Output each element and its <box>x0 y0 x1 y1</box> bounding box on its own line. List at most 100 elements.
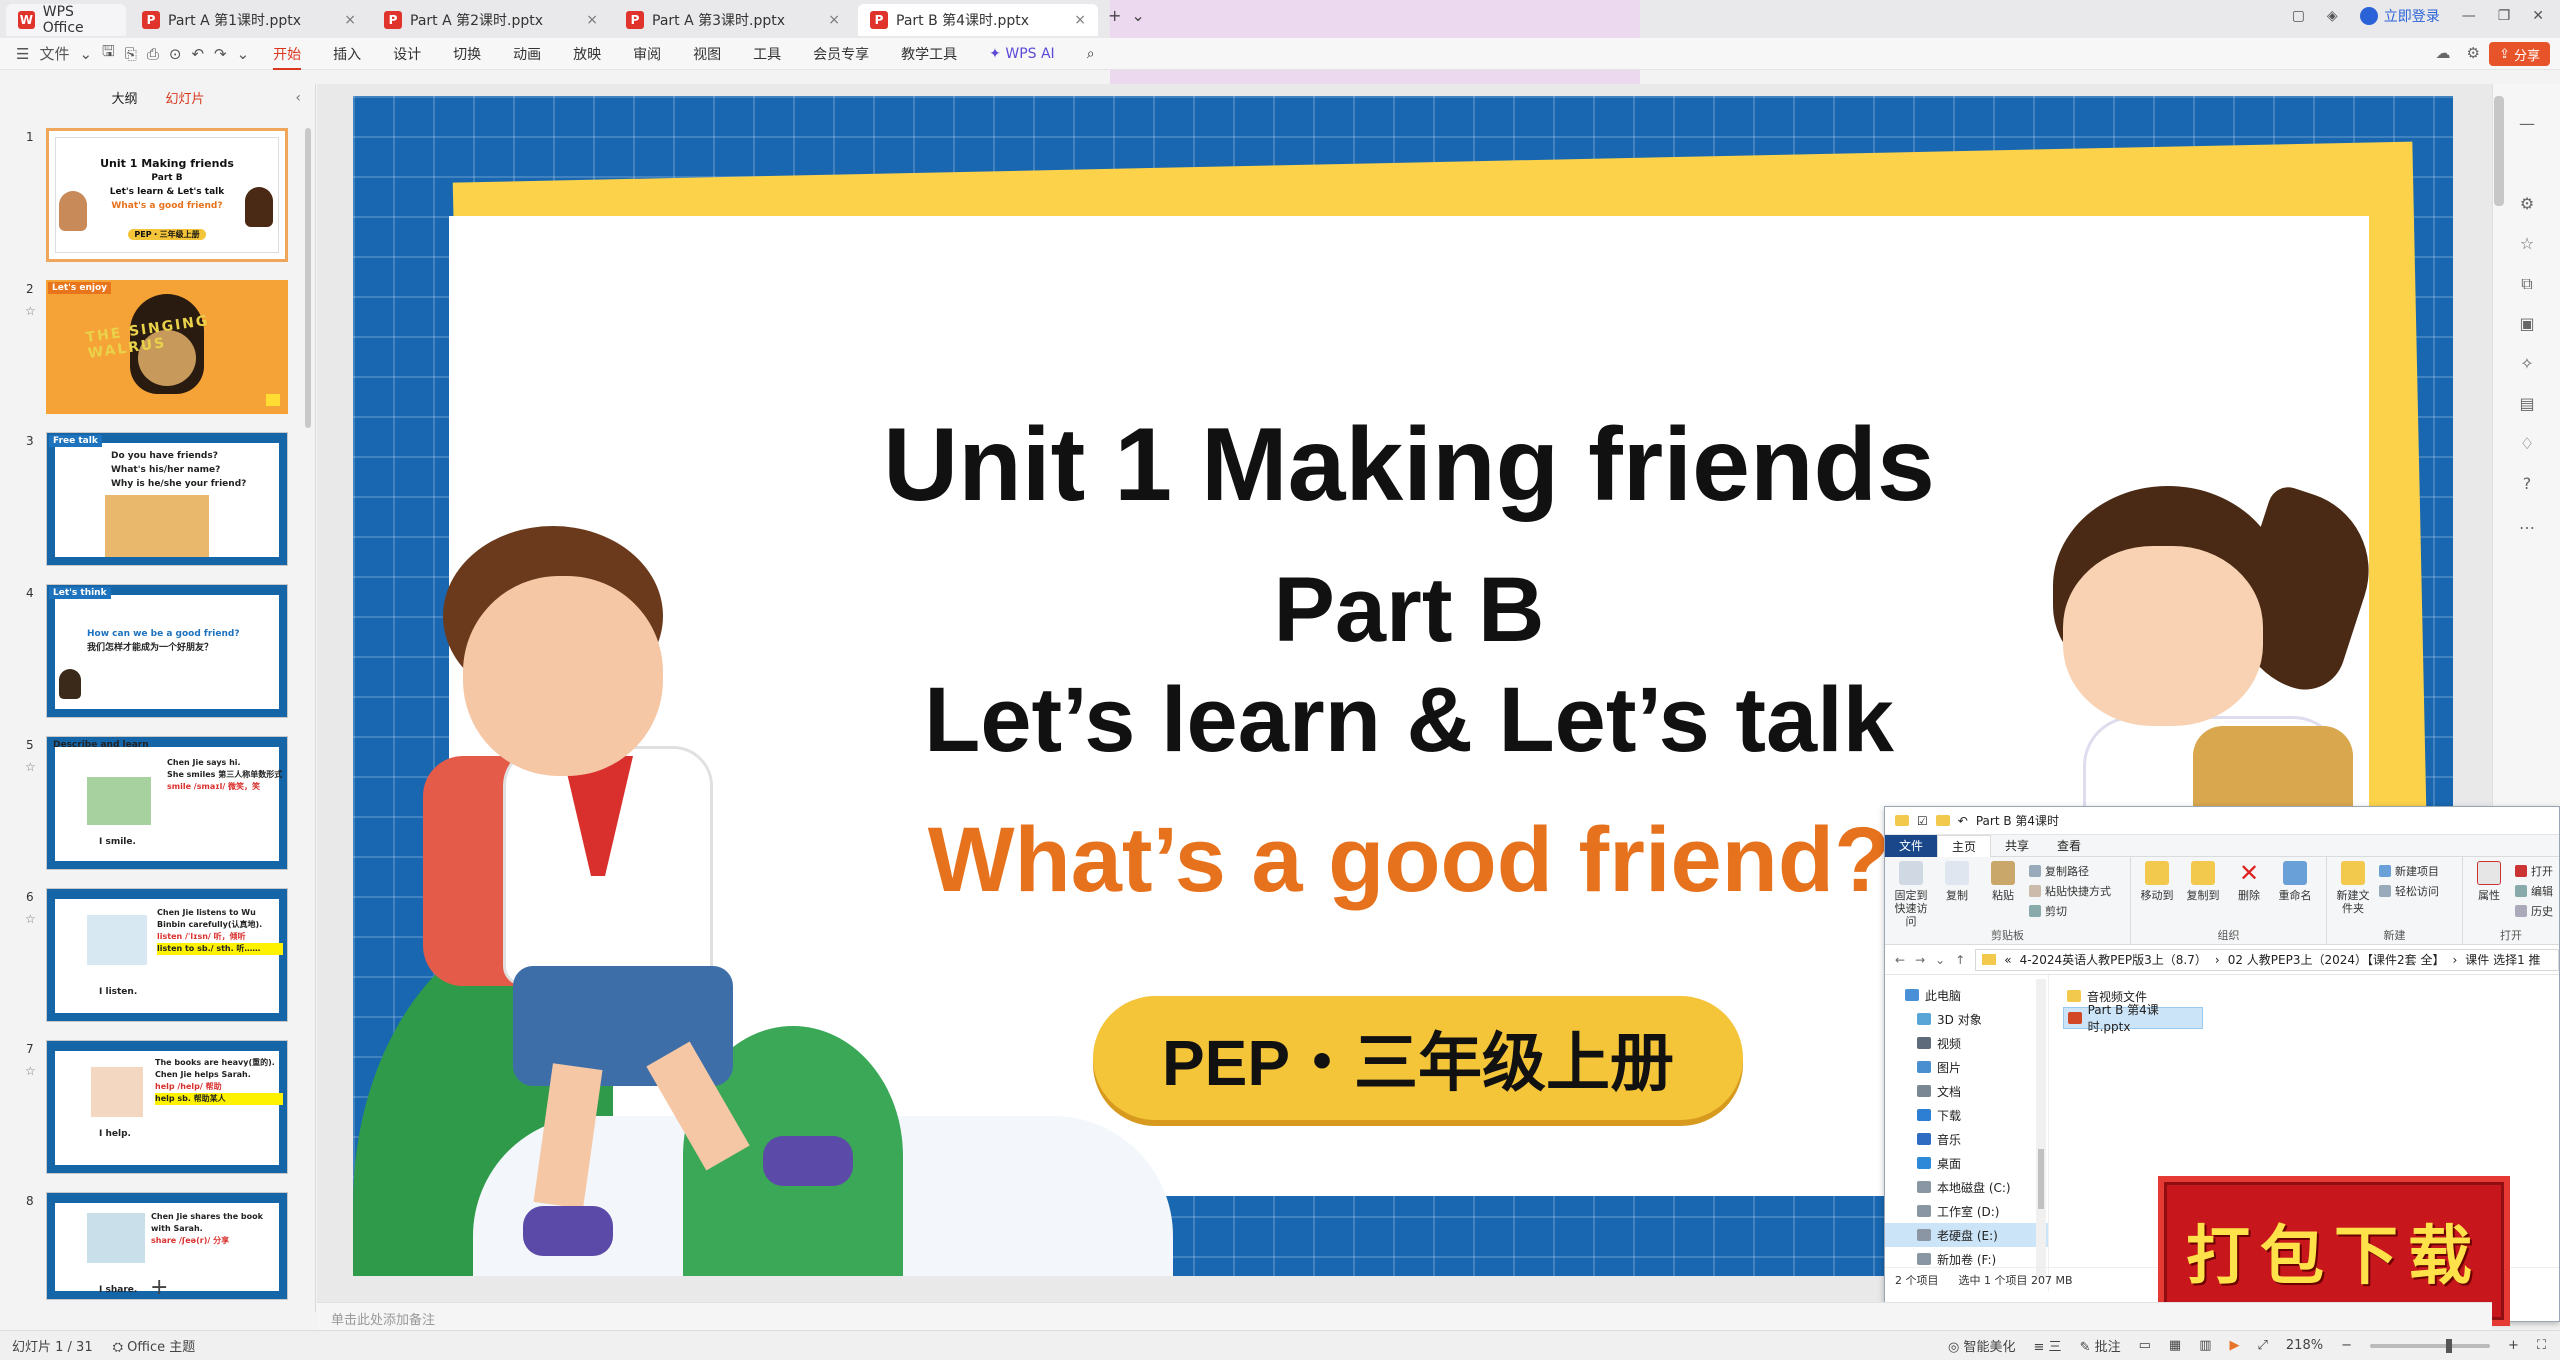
file-item[interactable]: Part B 第4课时.pptx <box>2063 1003 2203 1034</box>
menu-tools[interactable]: 工具 <box>753 44 781 64</box>
thumbnail-4[interactable]: Let's think How can we be a good friend?… <box>46 584 288 718</box>
beautify-button[interactable]: ◎ 智能美化 <box>1948 1336 2016 1355</box>
boy-illustration[interactable] <box>383 526 903 1276</box>
zoom-in-icon[interactable]: + <box>2508 1338 2519 1353</box>
theme-button[interactable]: ⛭ Office 主题 <box>113 1336 196 1355</box>
nav-item[interactable]: 此电脑 <box>1885 983 2048 1007</box>
check-icon[interactable]: ☑ <box>1917 814 1928 828</box>
shirt-icon[interactable]: ♢ <box>2517 434 2537 454</box>
copy-icon[interactable]: ⧉ <box>2517 274 2537 294</box>
panel-scrollbar[interactable] <box>305 128 311 428</box>
close-icon[interactable]: × <box>828 12 840 28</box>
zoom-slider[interactable] <box>2369 1338 2490 1353</box>
zoom-out-icon[interactable]: − <box>2341 1338 2352 1353</box>
nav-item[interactable]: 老硬盘 (E:) <box>1885 1223 2048 1247</box>
minimize-icon[interactable]: — <box>2462 8 2476 24</box>
close-window-icon[interactable]: ✕ <box>2532 8 2544 24</box>
undo-icon[interactable]: ↶ <box>1958 814 1968 828</box>
explorer-tab-view[interactable]: 查看 <box>2043 835 2095 857</box>
explorer-tab-home[interactable]: 主页 <box>1937 834 1992 857</box>
share-button[interactable]: ⇪ 分享 <box>2489 42 2550 66</box>
forward-arrow-icon[interactable]: → <box>1915 953 1925 967</box>
menu-design[interactable]: 设计 <box>393 44 421 64</box>
editor-scrollbar[interactable] <box>2494 96 2504 206</box>
star-icon[interactable]: ☆ <box>2517 234 2537 254</box>
grid-view-icon[interactable]: ▦ <box>2169 1338 2181 1353</box>
more-icon[interactable]: … <box>2517 514 2537 534</box>
nav-item[interactable]: 下载 <box>1885 1103 2048 1127</box>
history-button[interactable]: 历史 <box>2515 903 2553 919</box>
nav-item[interactable]: 音乐 <box>1885 1127 2048 1151</box>
easy-access-button[interactable]: 轻松访问 <box>2379 883 2439 899</box>
zoom-handle[interactable] <box>2445 1338 2452 1353</box>
menu-home[interactable]: 开始 <box>273 44 302 70</box>
restore-icon[interactable]: ❐ <box>2498 8 2511 24</box>
layout-icon[interactable]: ▢ <box>2292 8 2305 24</box>
menu-member[interactable]: 会员专享 <box>813 44 869 64</box>
nav-item[interactable]: 3D 对象 <box>1885 1007 2048 1031</box>
thumbnail-3[interactable]: Free talk Do you have friends? What's hi… <box>46 432 288 566</box>
normal-view-icon[interactable]: ▭ <box>2139 1338 2151 1353</box>
print-icon[interactable]: ⎙ <box>147 45 159 63</box>
grade-badge[interactable]: PEP・三年级上册 <box>1093 996 1743 1120</box>
address-bar[interactable]: « 4-2024英语人教PEP版3上（8.7） › 02 人教PEP3上（202… <box>1975 948 2559 971</box>
thumbnail-row-3[interactable]: 3 Free talk Do you have friends? What's … <box>0 432 300 568</box>
thumbnail-row-1[interactable]: 1 Unit 1 Making friends Part B Let's lea… <box>0 128 300 264</box>
save-icon[interactable]: 🖫 <box>102 41 115 66</box>
thumbnail-5[interactable]: Describe and learn Chen Jie says hi. She… <box>46 736 288 870</box>
explorer-tab-share[interactable]: 共享 <box>1991 835 2043 857</box>
new-tab-button[interactable]: + <box>1108 6 1121 25</box>
menu-wps-ai[interactable]: ✦ WPS AI <box>989 46 1055 62</box>
nav-item[interactable]: 视频 <box>1885 1031 2048 1055</box>
collapse-icon[interactable]: — <box>2517 114 2537 134</box>
cut-button[interactable]: 剪切 <box>2029 903 2111 919</box>
open-button[interactable]: 打开 <box>2515 863 2553 879</box>
nav-item[interactable]: 本地磁盘 (C:) <box>1885 1175 2048 1199</box>
breadcrumb-item[interactable]: 02 人教PEP3上（2024）【课件2套 全】 <box>2228 951 2445 968</box>
cloud-icon[interactable]: ☁ <box>2436 44 2451 62</box>
settings-icon[interactable]: ⚙ <box>2467 44 2480 62</box>
menu-animation[interactable]: 动画 <box>513 44 541 64</box>
paste-shortcut-button[interactable]: 粘贴快捷方式 <box>2029 883 2111 899</box>
menu-transition[interactable]: 切换 <box>453 44 481 64</box>
chevron-down-icon[interactable]: ⌄ <box>1131 6 1144 25</box>
align-button[interactable]: ≡ 三 <box>2034 1336 2062 1355</box>
nav-item[interactable]: 桌面 <box>1885 1151 2048 1175</box>
nav-item[interactable]: 文档 <box>1885 1079 2048 1103</box>
thumbnail-row-7[interactable]: 7 ☆ The books are heavy(重的). Chen Jie he… <box>0 1040 300 1176</box>
tab-slides[interactable]: 幻灯片 <box>166 88 205 107</box>
fit-icon[interactable]: ⤢ <box>2258 1338 2268 1353</box>
nav-scroll-thumb[interactable] <box>2038 1149 2044 1209</box>
nav-item[interactable]: 图片 <box>1885 1055 2048 1079</box>
play-icon[interactable]: ▶ <box>2230 1338 2240 1353</box>
login-button[interactable]: 立即登录 <box>2359 6 2440 26</box>
adjust-icon[interactable]: ⚙ <box>2517 194 2537 214</box>
help-icon[interactable]: ? <box>2517 474 2537 494</box>
collapse-icon[interactable]: ‹ <box>295 90 301 106</box>
thumbnail-row-5[interactable]: 5 ☆ Describe and learn Chen Jie says hi.… <box>0 736 300 872</box>
magic-icon[interactable]: ✧ <box>2517 354 2537 374</box>
chevron-down-icon[interactable]: ⌄ <box>79 45 92 63</box>
back-arrow-icon[interactable]: ← <box>1895 953 1905 967</box>
cube-icon[interactable]: ◈ <box>2327 8 2338 24</box>
tab-doc-1[interactable]: P Part A 第1课时.pptx × <box>130 4 368 36</box>
nav-item[interactable]: 工作室 (D:) <box>1885 1199 2048 1223</box>
nav-scrollbar[interactable] <box>2036 979 2046 1279</box>
reading-view-icon[interactable]: ▥ <box>2199 1338 2211 1353</box>
tab-doc-4[interactable]: P Part B 第4课时.pptx × <box>858 4 1098 36</box>
comment-button[interactable]: ✎ 批注 <box>2080 1336 2121 1355</box>
chevron-down-icon[interactable]: ⌄ <box>237 45 250 63</box>
menu-review[interactable]: 审阅 <box>633 44 661 64</box>
close-icon[interactable]: × <box>586 12 598 28</box>
up-arrow-icon[interactable]: ↑ <box>1955 953 1965 967</box>
redo-icon[interactable]: ↷ <box>214 45 227 63</box>
menu-view[interactable]: 视图 <box>693 44 721 64</box>
add-slide-button[interactable]: + <box>150 1275 168 1300</box>
undo-icon[interactable]: ↶ <box>191 45 204 63</box>
edit-button[interactable]: 编辑 <box>2515 883 2553 899</box>
menu-insert[interactable]: 插入 <box>333 44 361 64</box>
tab-wps-home[interactable]: W WPS Office <box>6 4 126 36</box>
search-icon[interactable]: ⌕ <box>1087 46 1095 62</box>
export-icon[interactable]: ⎘ <box>125 45 137 63</box>
thumbnail-2[interactable]: Let's enjoy THE SINGING WALRUS <box>46 280 288 414</box>
